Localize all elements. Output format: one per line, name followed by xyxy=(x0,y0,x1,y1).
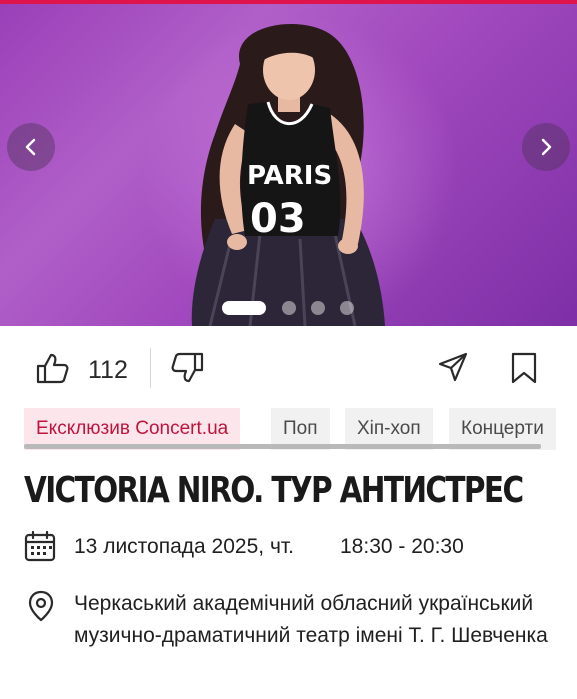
event-image-carousel[interactable]: PARIS 03 xyxy=(0,4,577,326)
event-actions-bar: 112 xyxy=(0,326,577,408)
thumbs-up-icon[interactable] xyxy=(36,352,70,384)
actions-divider xyxy=(150,348,151,388)
calendar-icon xyxy=(24,530,56,562)
event-venue[interactable]: Черкаський академічний обласний українсь… xyxy=(74,588,564,652)
carousel-prev-button[interactable] xyxy=(7,123,55,171)
event-date-row: 13 листопада 2025, чт. 18:30 - 20:30 xyxy=(24,530,564,564)
shirt-number: 03 xyxy=(250,196,306,242)
artist-photo: PARIS 03 xyxy=(191,24,385,326)
tags-scrollbar[interactable] xyxy=(24,444,541,449)
bookmark-icon[interactable] xyxy=(510,352,538,384)
send-icon[interactable] xyxy=(437,351,469,383)
chevron-left-icon xyxy=(25,138,36,156)
carousel-next-button[interactable] xyxy=(522,123,570,171)
event-title: VICTORIA NIRO. ТУР АНТИСТРЕС xyxy=(24,470,524,511)
shirt-text: PARIS xyxy=(247,161,332,191)
chevron-right-icon xyxy=(541,138,552,156)
carousel-dot[interactable] xyxy=(340,301,354,315)
likes-count: 112 xyxy=(88,356,128,384)
event-time: 18:30 - 20:30 xyxy=(340,535,464,558)
carousel-dot[interactable] xyxy=(282,301,296,315)
map-pin-icon xyxy=(28,590,54,622)
event-date: 13 листопада 2025, чт. xyxy=(74,535,295,558)
carousel-dot-active[interactable] xyxy=(222,301,266,315)
carousel-dot[interactable] xyxy=(311,301,325,315)
thumbs-down-icon[interactable] xyxy=(170,352,204,384)
carousel-indicators xyxy=(0,301,577,315)
